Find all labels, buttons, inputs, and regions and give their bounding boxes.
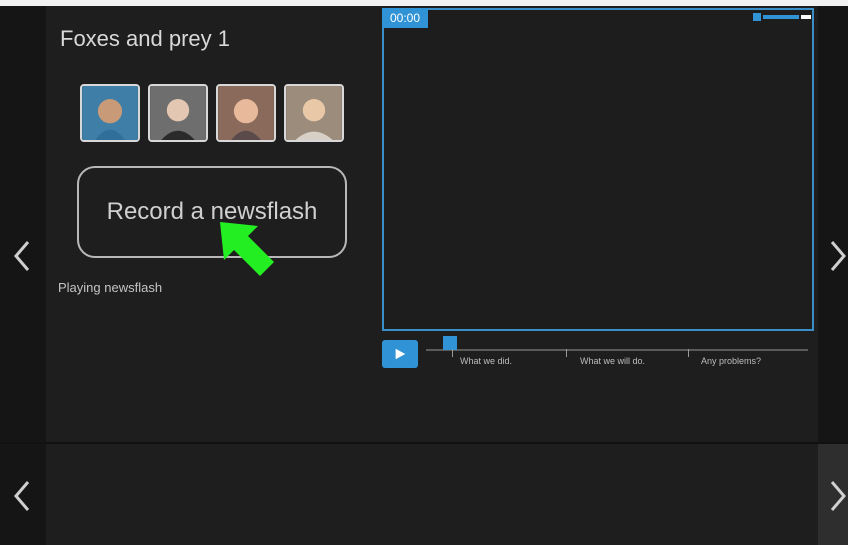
chapter-marker-3[interactable]: Any problems? bbox=[701, 356, 761, 366]
video-viewport[interactable] bbox=[382, 8, 814, 331]
chevron-right-icon[interactable] bbox=[822, 236, 848, 276]
team-member-2-avatar[interactable] bbox=[148, 84, 208, 142]
team-member-4-avatar[interactable] bbox=[284, 84, 344, 142]
fullscreen-icon[interactable] bbox=[753, 9, 811, 21]
next-page-panel[interactable] bbox=[818, 6, 848, 442]
section-divider bbox=[0, 442, 848, 444]
arrow-cursor-icon bbox=[218, 220, 276, 278]
timeline-scrubber[interactable] bbox=[443, 336, 457, 350]
chevron-right-icon[interactable] bbox=[822, 476, 848, 516]
project-title: Foxes and prey 1 bbox=[60, 26, 230, 51]
prev-page-panel[interactable] bbox=[0, 6, 46, 442]
team-member-3-avatar[interactable] bbox=[216, 84, 276, 142]
chapter-tick bbox=[452, 349, 453, 357]
chapter-marker-1[interactable]: What we did. bbox=[460, 356, 512, 366]
chapter-tick bbox=[566, 349, 567, 357]
next-section-panel[interactable] bbox=[818, 444, 848, 545]
chevron-left-icon[interactable] bbox=[8, 236, 38, 276]
chevron-left-icon[interactable] bbox=[8, 476, 38, 516]
prev-section-panel[interactable] bbox=[0, 444, 46, 545]
play-button[interactable] bbox=[382, 340, 418, 368]
team-member-1-avatar[interactable] bbox=[80, 84, 140, 142]
timecode-display: 00:00 bbox=[382, 8, 428, 28]
playback-status: Playing newsflash bbox=[58, 280, 163, 295]
play-icon bbox=[395, 348, 406, 360]
chapter-tick bbox=[688, 349, 689, 357]
team-avatars bbox=[80, 84, 344, 142]
chapter-marker-2[interactable]: What we will do. bbox=[580, 356, 645, 366]
top-strip bbox=[0, 0, 848, 6]
timeline-track[interactable] bbox=[426, 349, 808, 351]
record-newsflash-button[interactable]: Record a newsflash bbox=[77, 166, 347, 258]
